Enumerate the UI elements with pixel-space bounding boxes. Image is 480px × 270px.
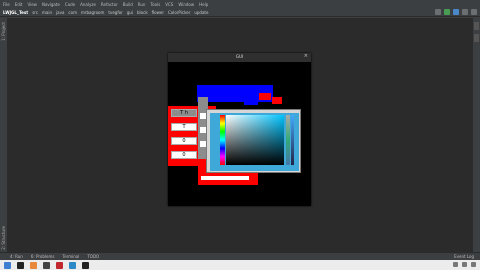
red-frame-slot — [201, 176, 249, 180]
secondary-slider[interactable] — [286, 115, 290, 165]
os-taskbar — [0, 260, 480, 270]
breadcrumb-item[interactable]: java — [56, 10, 64, 15]
app-window-taskbar-icon[interactable] — [82, 261, 89, 269]
breadcrumb-item[interactable]: update — [194, 10, 208, 15]
menu-item-file[interactable]: File — [3, 2, 10, 7]
form-field-4[interactable]: 0 — [171, 151, 197, 159]
alpha-slider[interactable] — [291, 115, 294, 165]
structure-tool-tab[interactable]: 2: Structure — [1, 226, 6, 250]
app-window: GUI × T h T 0 0 — [168, 53, 311, 206]
database-tool-tab[interactable] — [474, 34, 479, 42]
system-tray — [453, 262, 476, 267]
menu-item-window[interactable]: Window — [178, 2, 194, 7]
menu-bar: File Edit View Navigate Code Analyze Refactor B… — [0, 0, 480, 8]
breadcrumb-item[interactable]: gui — [127, 10, 133, 15]
menu-item-analyze[interactable]: Analyze — [80, 2, 96, 7]
volume-icon[interactable] — [462, 262, 467, 267]
bottom-tab-2[interactable]: Terminal — [62, 254, 79, 259]
ide-app-icon[interactable] — [56, 261, 63, 269]
breadcrumb-item[interactable]: flower — [152, 10, 164, 15]
form-field-2[interactable]: T — [171, 123, 197, 131]
form-field-3[interactable]: 0 — [171, 137, 197, 145]
browser-app-icon[interactable] — [69, 261, 76, 269]
breadcrumb-item[interactable]: com — [68, 10, 77, 15]
bottom-tab-1[interactable]: 6: Problems — [31, 254, 55, 259]
navigation-toolbar: LWJGL_Test src main java com mrbagroom tvegfor… — [0, 8, 480, 17]
saturation-value-area[interactable] — [226, 115, 284, 165]
red-block-2 — [272, 97, 282, 104]
breadcrumb-item[interactable]: main — [42, 10, 52, 15]
debug-icon[interactable] — [453, 9, 459, 15]
menu-item-edit[interactable]: Edit — [15, 2, 23, 7]
breadcrumb-item[interactable]: block — [137, 10, 148, 15]
breadcrumb-item[interactable]: ColorPicker — [168, 10, 190, 15]
menu-item-navigate[interactable]: Navigate — [42, 2, 60, 7]
project-tool-tab[interactable]: 1: Project — [1, 22, 6, 41]
event-log-tab[interactable]: Event Log — [454, 254, 474, 259]
menu-item-run[interactable]: Run — [138, 2, 146, 7]
app-window-title: GUI — [235, 54, 244, 59]
app-window-titlebar[interactable]: GUI × — [168, 53, 311, 62]
terminal-app-icon[interactable] — [17, 261, 24, 269]
left-tool-strip: 1: Project 2: Structure — [0, 18, 8, 258]
bottom-tab-3[interactable]: TODO — [87, 254, 99, 259]
firefox-app-icon[interactable] — [30, 261, 37, 269]
run-icon[interactable] — [444, 9, 450, 15]
toolbar-actions — [435, 9, 477, 15]
gradle-tool-tab[interactable] — [474, 22, 479, 30]
close-icon[interactable]: × — [304, 54, 308, 59]
right-tool-strip — [472, 18, 480, 258]
build-icon[interactable] — [435, 9, 441, 15]
menu-item-build[interactable]: Build — [123, 2, 133, 7]
bottom-tab-0[interactable]: 4: Run — [10, 254, 23, 259]
files-app-icon[interactable] — [43, 261, 50, 269]
red-block-1 — [259, 93, 271, 100]
menu-item-refactor[interactable]: Refactor — [101, 2, 118, 7]
form-field-1[interactable]: T h — [171, 109, 197, 117]
start-menu-icon[interactable] — [4, 261, 11, 269]
menu-item-help[interactable]: Help — [199, 2, 208, 7]
menu-item-view[interactable]: View — [27, 2, 37, 7]
search-icon[interactable] — [471, 9, 477, 15]
network-icon[interactable] — [453, 262, 458, 267]
hue-slider[interactable] — [220, 115, 225, 165]
breadcrumb-item[interactable]: tvegfor — [108, 10, 122, 15]
blue-block — [244, 97, 258, 105]
menu-item-vcs[interactable]: VCS — [165, 2, 173, 7]
breadcrumb-item[interactable]: LWJGL_Test — [3, 10, 28, 15]
breadcrumb-item[interactable]: src — [32, 10, 38, 15]
menu-item-tools[interactable]: Tools — [150, 2, 160, 7]
color-picker[interactable] — [206, 109, 301, 173]
breadcrumb-item[interactable]: mrbagroom — [81, 10, 104, 15]
menu-item-code[interactable]: Code — [65, 2, 75, 7]
bottom-tool-bar: 4: Run 6: Problems Terminal TODO Event Log — [0, 252, 480, 259]
battery-icon[interactable] — [471, 262, 476, 267]
stop-icon[interactable] — [462, 9, 468, 15]
